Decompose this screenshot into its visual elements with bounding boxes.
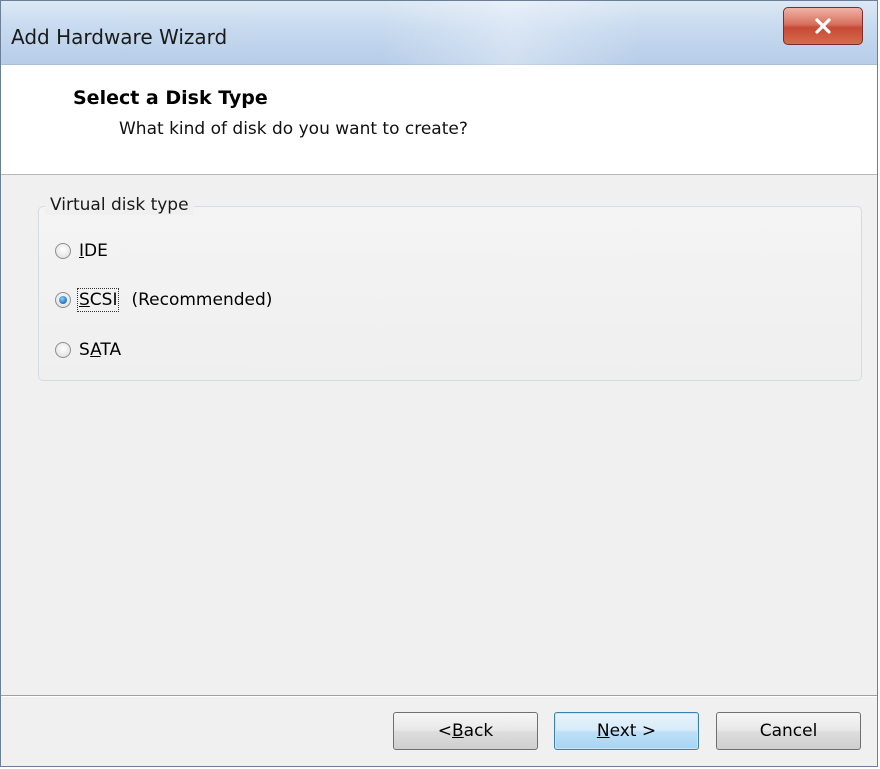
radio-ide[interactable]	[55, 243, 71, 259]
radio-option-scsi[interactable]: SCSI (Recommended)	[55, 287, 272, 313]
radio-label-sata: SATA	[79, 340, 122, 360]
recommended-note: (Recommended)	[131, 290, 273, 310]
cancel-button[interactable]: Cancel	[716, 712, 861, 750]
radio-label-ide: IDE	[79, 241, 108, 261]
wizard-window: Add Hardware Wizard Select a Disk Type W…	[0, 0, 878, 767]
wizard-header: Select a Disk Type What kind of disk do …	[1, 65, 877, 175]
next-button[interactable]: Next >	[554, 712, 699, 750]
radio-scsi[interactable]	[55, 292, 71, 308]
page-subtitle: What kind of disk do you want to create?	[119, 119, 468, 139]
title-bar[interactable]: Add Hardware Wizard	[1, 1, 877, 65]
page-title: Select a Disk Type	[73, 87, 268, 109]
group-legend: Virtual disk type	[45, 195, 194, 215]
close-button[interactable]	[783, 7, 863, 45]
window-title: Add Hardware Wizard	[11, 25, 228, 49]
back-button[interactable]: < Back	[393, 712, 538, 750]
radio-label-scsi: SCSI	[76, 288, 120, 312]
radio-sata[interactable]	[55, 342, 71, 358]
radio-option-sata[interactable]: SATA	[55, 337, 121, 363]
close-icon	[814, 18, 832, 34]
footer-divider	[1, 695, 877, 697]
radio-option-ide[interactable]: IDE	[55, 238, 108, 264]
